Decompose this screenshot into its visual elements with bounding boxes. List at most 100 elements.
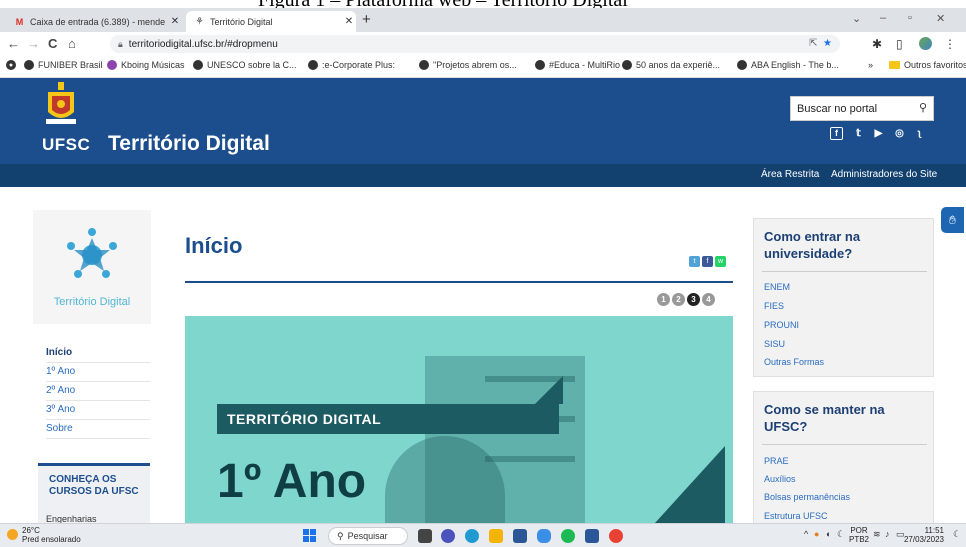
- bookmark-item[interactable]: UNESCO sobre la C...: [193, 60, 297, 70]
- forward-icon[interactable]: →: [27, 36, 40, 51]
- globe-icon: [193, 60, 203, 70]
- address-bar[interactable]: 🔒︎ territoriodigital.ufsc.br/#dropmenu ⇱…: [110, 35, 840, 53]
- chrome-icon[interactable]: [609, 529, 623, 543]
- back-icon[interactable]: ←: [7, 36, 20, 51]
- left-menu: Início 1º Ano 2º Ano 3º Ano Sobre: [46, 344, 150, 439]
- spotify-icon[interactable]: [561, 529, 575, 543]
- ufsc-brand[interactable]: UFSC: [42, 135, 90, 155]
- tray-app-icon[interactable]: ●: [814, 529, 819, 539]
- accessibility-hand-icon[interactable]: ✋︎: [941, 207, 964, 233]
- tray-app-icon[interactable]: ☾: [837, 529, 845, 540]
- lock-icon: 🔒︎: [118, 38, 123, 49]
- link-auxilios[interactable]: Auxílios: [764, 474, 796, 484]
- tab-gmail[interactable]: M Caixa de entrada (6.389) - mende ✕: [6, 11, 182, 32]
- facebook-share-icon[interactable]: f: [702, 256, 713, 267]
- decor-triangle: [655, 446, 725, 523]
- logo-caption: Território Digital: [53, 296, 131, 308]
- close-tab-icon[interactable]: ✕: [342, 16, 356, 27]
- mail-icon[interactable]: [537, 529, 551, 543]
- rss-icon[interactable]: ʅ: [913, 127, 926, 140]
- bookmark-item[interactable]: ABA English - The b...: [737, 60, 839, 70]
- slider-pagination: 1 2 3 4: [657, 293, 715, 306]
- notifications-icon[interactable]: ☾: [953, 529, 961, 540]
- side-panel-icon[interactable]: ▯: [896, 37, 903, 51]
- restore-icon[interactable]: ▫: [908, 12, 912, 24]
- clock[interactable]: 11:51 27/03/2023: [900, 526, 944, 544]
- admission-box: Como entrar na universidade? ENEM FIES P…: [753, 218, 934, 377]
- search-icon[interactable]: ⚲: [919, 101, 927, 114]
- slider-page-1[interactable]: 1: [657, 293, 670, 306]
- whatsapp-share-icon[interactable]: w: [715, 256, 726, 267]
- menu-item-inicio[interactable]: Início: [46, 344, 150, 363]
- site-admins-link[interactable]: Administradores do Site: [831, 169, 937, 180]
- twitter-share-icon[interactable]: t: [689, 256, 700, 267]
- bookmark-item[interactable]: #Educa - MultiRio: [535, 60, 620, 70]
- extensions-icon[interactable]: ✱: [872, 37, 882, 51]
- instagram-icon[interactable]: ◎: [893, 127, 906, 140]
- slider-banner[interactable]: TERRITÓRIO DIGITAL 1º Ano: [185, 316, 733, 523]
- bookmark-item[interactable]: Kboing Músicas: [107, 60, 185, 70]
- site-name[interactable]: Território Digital: [108, 132, 270, 156]
- new-tab-button[interactable]: +: [362, 11, 371, 28]
- link-sisu[interactable]: SISU: [764, 339, 785, 349]
- link-prouni[interactable]: PROUNI: [764, 320, 799, 330]
- menu-item-2-ano[interactable]: 2º Ano: [46, 382, 150, 401]
- admission-box-title: Como entrar na universidade?: [764, 229, 861, 261]
- link-estrutura[interactable]: Estrutura UFSC: [764, 511, 828, 521]
- bookmark-item[interactable]: FUNIBER Brasil: [24, 60, 103, 70]
- link-bolsas[interactable]: Bolsas permanências: [764, 492, 850, 502]
- tab-search-icon[interactable]: ⌄: [852, 12, 861, 25]
- close-tab-icon[interactable]: ✕: [168, 16, 182, 27]
- apps-icon[interactable]: ●: [6, 60, 20, 70]
- other-bookmarks[interactable]: Outros favoritos: [889, 60, 966, 70]
- language-indicator[interactable]: POR PTB2: [849, 526, 869, 544]
- bookmark-item[interactable]: "Projetos abrem os...: [419, 60, 517, 70]
- twitter-icon[interactable]: 𝕥: [852, 127, 865, 140]
- wifi-icon[interactable]: ≋: [873, 529, 881, 540]
- task-view-icon[interactable]: [418, 529, 432, 543]
- link-enem[interactable]: ENEM: [764, 282, 790, 292]
- youtube-icon[interactable]: ▶: [872, 127, 885, 140]
- minimize-icon[interactable]: –: [880, 12, 886, 24]
- figure-caption: Figura 1 – Plataforma web – Território D…: [0, 0, 966, 8]
- file-explorer-icon[interactable]: [489, 529, 503, 543]
- reload-icon[interactable]: C: [48, 36, 57, 51]
- bookmark-item[interactable]: :e-Corporate Plus:: [308, 60, 395, 70]
- link-prae[interactable]: PRAE: [764, 456, 789, 466]
- browser-tab-strip: M Caixa de entrada (6.389) - mende ✕ ⚘ T…: [0, 8, 966, 32]
- windows-start-icon[interactable]: [303, 529, 317, 543]
- slider-page-4[interactable]: 4: [702, 293, 715, 306]
- facebook-icon[interactable]: f: [830, 127, 843, 140]
- slider-page-3[interactable]: 3: [687, 293, 700, 306]
- figure-caption-text: Figura 1 – Plataforma web – Território D…: [258, 0, 628, 8]
- volume-icon[interactable]: ♪: [885, 529, 890, 539]
- taskbar-search[interactable]: ⚲ Pesquisar: [328, 527, 408, 545]
- banner-title: 1º Ano: [217, 455, 367, 508]
- banner-label: TERRITÓRIO DIGITAL: [217, 404, 559, 434]
- tab-title: Caixa de entrada (6.389) - mende: [30, 16, 166, 27]
- edge-icon[interactable]: [465, 529, 479, 543]
- portal-search-input[interactable]: Buscar no portal ⚲: [790, 96, 934, 121]
- menu-item-3-ano[interactable]: 3º Ano: [46, 401, 150, 420]
- share-and-star-icons[interactable]: ⇱ ★: [809, 38, 832, 49]
- menu-icon[interactable]: ⋮: [944, 37, 956, 51]
- bookmark-item[interactable]: 50 anos da experiê...: [622, 60, 720, 70]
- menu-item-sobre[interactable]: Sobre: [46, 420, 150, 439]
- link-fies[interactable]: FIES: [764, 301, 784, 311]
- tray-app-icon[interactable]: ◐: [826, 529, 831, 539]
- more-bookmarks-button[interactable]: »: [868, 60, 873, 70]
- menu-item-1-ano[interactable]: 1º Ano: [46, 363, 150, 382]
- close-window-icon[interactable]: ✕: [936, 12, 945, 25]
- territorio-digital-logo[interactable]: Território Digital: [33, 210, 151, 324]
- restricted-area-link[interactable]: Área Restrita: [761, 169, 819, 180]
- weather-widget[interactable]: 26°C Pred ensolarado: [22, 526, 81, 544]
- profile-avatar[interactable]: [919, 37, 932, 50]
- slider-page-2[interactable]: 2: [672, 293, 685, 306]
- store-icon[interactable]: [513, 529, 527, 543]
- word-icon[interactable]: [585, 529, 599, 543]
- home-icon[interactable]: ⌂: [68, 36, 76, 51]
- chat-icon[interactable]: [441, 529, 455, 543]
- link-outras-formas[interactable]: Outras Formas: [764, 357, 824, 367]
- tray-expand-icon[interactable]: ^: [804, 529, 808, 539]
- tab-territorio-digital[interactable]: ⚘ Território Digital ✕: [186, 11, 356, 32]
